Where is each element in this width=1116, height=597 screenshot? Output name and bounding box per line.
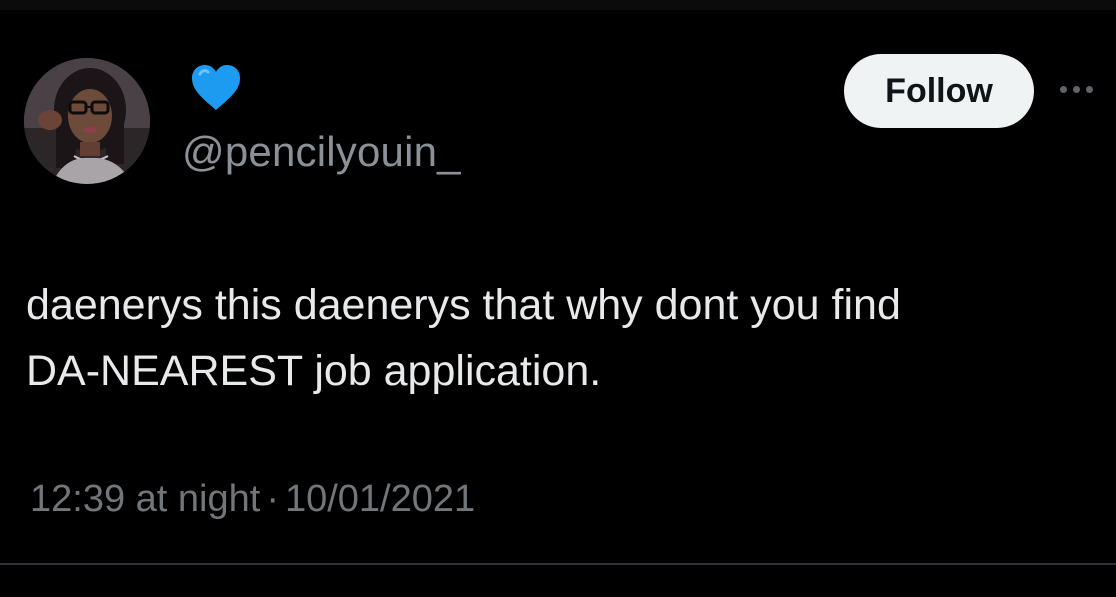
avatar-image [24,58,150,184]
more-dot [1086,85,1093,93]
tweet-meta: 12:39 at night · 10/01/2021 [30,478,475,521]
top-strip [0,0,1116,10]
tweet-time[interactable]: 12:39 at night [30,478,260,520]
tweet-text-line2: DA-NEAREST job application. [26,347,602,395]
tweet-text: daenerys this daenerys that why dont you… [26,272,1116,404]
blue-heart-icon [192,65,240,110]
more-icon[interactable] [1060,80,1110,98]
display-name[interactable] [190,62,242,114]
tweet-card: @pencilyouin_ Follow daenerys this daene… [0,10,1116,597]
tweet-text-line1: daenerys this daenerys that why dont you… [26,281,901,329]
follow-button[interactable]: Follow [844,54,1034,128]
user-handle[interactable]: @pencilyouin_ [182,128,461,176]
divider [0,563,1116,565]
more-dot [1060,85,1067,93]
avatar[interactable] [24,58,150,184]
meta-separator: · [266,478,279,520]
tweet-date[interactable]: 10/01/2021 [285,478,475,520]
more-dot [1073,85,1080,93]
